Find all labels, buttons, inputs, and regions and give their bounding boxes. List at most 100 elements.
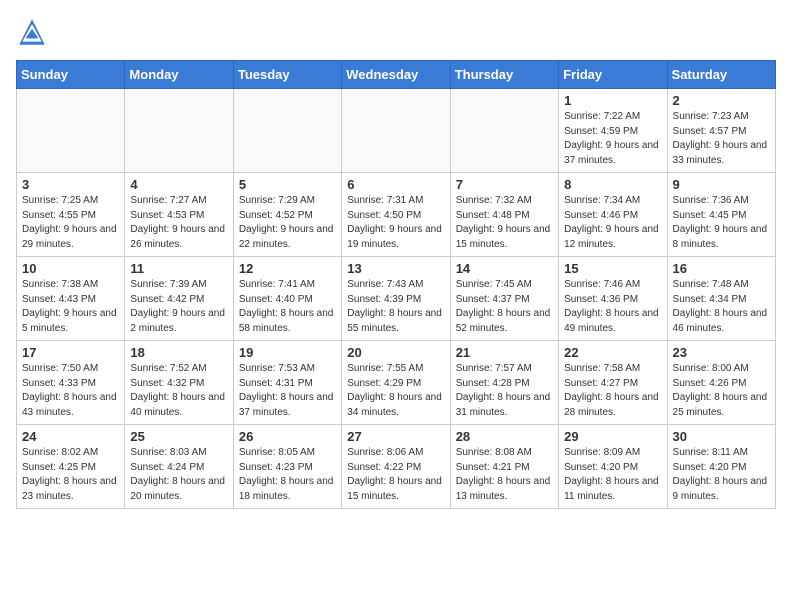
weekday-header: Saturday	[667, 61, 775, 89]
day-number: 7	[456, 177, 553, 192]
weekday-header: Friday	[559, 61, 667, 89]
calendar-day-cell: 14Sunrise: 7:45 AMSunset: 4:37 PMDayligh…	[450, 257, 558, 341]
calendar-day-cell: 1 Sunrise: 7:22 AMSunset: 4:59 PMDaylight…	[559, 89, 667, 173]
calendar-day-cell	[17, 89, 125, 173]
calendar-day-cell: 10 Sunrise: 7:38 AMSunset: 4:43 PMDayligh…	[17, 257, 125, 341]
weekday-header: Monday	[125, 61, 233, 89]
calendar-day-cell: 15 Sunrise: 7:46 AMSunset: 4:36 PMDayligh…	[559, 257, 667, 341]
day-info: Sunrise: 7:39 AMSunset: 4:42 PMDaylight:…	[130, 278, 227, 336]
calendar-day-cell	[233, 89, 341, 173]
calendar-day-cell: 7 Sunrise: 7:32 AMSunset: 4:48 PMDaylight…	[450, 173, 558, 257]
calendar-day-cell: 21 Sunrise: 7:57 AMSunset: 4:28 PMDayligh…	[450, 341, 558, 425]
calendar-day-cell: 19 Sunrise: 7:53 AMSunset: 4:31 PMDayligh…	[233, 341, 341, 425]
day-number: 8	[564, 177, 661, 192]
day-number: 6	[347, 177, 444, 192]
logo-icon	[16, 16, 48, 48]
day-number: 21	[456, 345, 553, 360]
day-info: Sunrise: 7:22 AMSunset: 4:59 PMDaylight:…	[564, 110, 661, 168]
calendar-day-cell: 12 Sunrise: 7:41 AMSunset: 4:40 PMDayligh…	[233, 257, 341, 341]
day-number: 4	[130, 177, 227, 192]
day-info: Sunrise: 7:50 AMSunset: 4:33 PMDaylight:…	[22, 362, 119, 420]
day-number: 18	[130, 345, 227, 360]
weekday-header: Wednesday	[342, 61, 450, 89]
day-info: Sunrise: 7:41 AMSunset: 4:40 PMDaylight:…	[239, 278, 336, 336]
calendar-day-cell	[450, 89, 558, 173]
day-number: 13	[347, 261, 444, 276]
day-number: 30	[673, 429, 770, 444]
day-number: 2	[673, 93, 770, 108]
day-number: 12	[239, 261, 336, 276]
day-number: 17	[22, 345, 119, 360]
day-number: 19	[239, 345, 336, 360]
day-info: Sunrise: 7:53 AMSunset: 4:31 PMDaylight:…	[239, 362, 336, 420]
weekday-header: Thursday	[450, 61, 558, 89]
day-info: Sunrise: 8:11 AMSunset: 4:20 PMDaylight:…	[673, 446, 770, 504]
day-number: 10	[22, 261, 119, 276]
day-number: 29	[564, 429, 661, 444]
day-info: Sunrise: 7:58 AMSunset: 4:27 PMDaylight:…	[564, 362, 661, 420]
day-info: Sunrise: 7:31 AMSunset: 4:50 PMDaylight:…	[347, 194, 444, 252]
calendar-day-cell: 29Sunrise: 8:09 AMSunset: 4:20 PMDayligh…	[559, 425, 667, 509]
day-info: Sunrise: 7:38 AMSunset: 4:43 PMDaylight:…	[22, 278, 119, 336]
day-number: 22	[564, 345, 661, 360]
day-number: 15	[564, 261, 661, 276]
day-info: Sunrise: 7:43 AMSunset: 4:39 PMDaylight:…	[347, 278, 444, 336]
calendar-day-cell: 2Sunrise: 7:23 AMSunset: 4:57 PMDaylight…	[667, 89, 775, 173]
calendar-day-cell: 18Sunrise: 7:52 AMSunset: 4:32 PMDayligh…	[125, 341, 233, 425]
calendar-week-row: 17 Sunrise: 7:50 AMSunset: 4:33 PMDayligh…	[17, 341, 776, 425]
day-info: Sunrise: 7:57 AMSunset: 4:28 PMDaylight:…	[456, 362, 553, 420]
calendar-day-cell	[125, 89, 233, 173]
calendar-week-row: 24 Sunrise: 8:02 AMSunset: 4:25 PMDayligh…	[17, 425, 776, 509]
day-info: Sunrise: 7:34 AMSunset: 4:46 PMDaylight:…	[564, 194, 661, 252]
calendar-day-cell: 9 Sunrise: 7:36 AMSunset: 4:45 PMDaylight…	[667, 173, 775, 257]
calendar-week-row: 3 Sunrise: 7:25 AMSunset: 4:55 PMDaylight…	[17, 173, 776, 257]
calendar-day-cell: 22 Sunrise: 7:58 AMSunset: 4:27 PMDayligh…	[559, 341, 667, 425]
day-info: Sunrise: 7:46 AMSunset: 4:36 PMDaylight:…	[564, 278, 661, 336]
calendar-day-cell: 24 Sunrise: 8:02 AMSunset: 4:25 PMDayligh…	[17, 425, 125, 509]
day-info: Sunrise: 8:05 AMSunset: 4:23 PMDaylight:…	[239, 446, 336, 504]
day-number: 26	[239, 429, 336, 444]
calendar-day-cell	[342, 89, 450, 173]
calendar-day-cell: 27Sunrise: 8:06 AMSunset: 4:22 PMDayligh…	[342, 425, 450, 509]
calendar-day-cell: 11Sunrise: 7:39 AMSunset: 4:42 PMDayligh…	[125, 257, 233, 341]
calendar-day-cell: 17 Sunrise: 7:50 AMSunset: 4:33 PMDayligh…	[17, 341, 125, 425]
day-info: Sunrise: 7:27 AMSunset: 4:53 PMDaylight:…	[130, 194, 227, 252]
calendar-day-cell: 13 Sunrise: 7:43 AMSunset: 4:39 PMDayligh…	[342, 257, 450, 341]
calendar-week-row: 10 Sunrise: 7:38 AMSunset: 4:43 PMDayligh…	[17, 257, 776, 341]
calendar-day-cell: 6 Sunrise: 7:31 AMSunset: 4:50 PMDaylight…	[342, 173, 450, 257]
weekday-header: Tuesday	[233, 61, 341, 89]
day-number: 5	[239, 177, 336, 192]
calendar-day-cell: 3 Sunrise: 7:25 AMSunset: 4:55 PMDaylight…	[17, 173, 125, 257]
day-number: 3	[22, 177, 119, 192]
calendar-day-cell: 5Sunrise: 7:29 AMSunset: 4:52 PMDaylight…	[233, 173, 341, 257]
day-number: 16	[673, 261, 770, 276]
calendar-day-cell: 28 Sunrise: 8:08 AMSunset: 4:21 PMDayligh…	[450, 425, 558, 509]
day-info: Sunrise: 7:32 AMSunset: 4:48 PMDaylight:…	[456, 194, 553, 252]
day-info: Sunrise: 7:25 AMSunset: 4:55 PMDaylight:…	[22, 194, 119, 252]
day-info: Sunrise: 7:48 AMSunset: 4:34 PMDaylight:…	[673, 278, 770, 336]
day-number: 1	[564, 93, 661, 108]
day-number: 20	[347, 345, 444, 360]
calendar-table: SundayMondayTuesdayWednesdayThursdayFrid…	[16, 60, 776, 509]
day-info: Sunrise: 8:02 AMSunset: 4:25 PMDaylight:…	[22, 446, 119, 504]
day-info: Sunrise: 7:36 AMSunset: 4:45 PMDaylight:…	[673, 194, 770, 252]
calendar-day-cell: 30 Sunrise: 8:11 AMSunset: 4:20 PMDayligh…	[667, 425, 775, 509]
calendar-day-cell: 4 Sunrise: 7:27 AMSunset: 4:53 PMDaylight…	[125, 173, 233, 257]
day-number: 27	[347, 429, 444, 444]
day-info: Sunrise: 8:03 AMSunset: 4:24 PMDaylight:…	[130, 446, 227, 504]
calendar-day-cell: 20Sunrise: 7:55 AMSunset: 4:29 PMDayligh…	[342, 341, 450, 425]
weekday-header: Sunday	[17, 61, 125, 89]
calendar-day-cell: 16 Sunrise: 7:48 AMSunset: 4:34 PMDayligh…	[667, 257, 775, 341]
day-info: Sunrise: 8:00 AMSunset: 4:26 PMDaylight:…	[673, 362, 770, 420]
day-info: Sunrise: 7:45 AMSunset: 4:37 PMDaylight:…	[456, 278, 553, 336]
page-header	[16, 16, 776, 48]
day-number: 9	[673, 177, 770, 192]
calendar-day-cell: 8 Sunrise: 7:34 AMSunset: 4:46 PMDaylight…	[559, 173, 667, 257]
calendar-day-cell: 26 Sunrise: 8:05 AMSunset: 4:23 PMDayligh…	[233, 425, 341, 509]
calendar-day-cell: 25 Sunrise: 8:03 AMSunset: 4:24 PMDayligh…	[125, 425, 233, 509]
day-number: 28	[456, 429, 553, 444]
logo	[16, 16, 52, 48]
day-info: Sunrise: 8:08 AMSunset: 4:21 PMDaylight:…	[456, 446, 553, 504]
day-number: 24	[22, 429, 119, 444]
day-number: 25	[130, 429, 227, 444]
